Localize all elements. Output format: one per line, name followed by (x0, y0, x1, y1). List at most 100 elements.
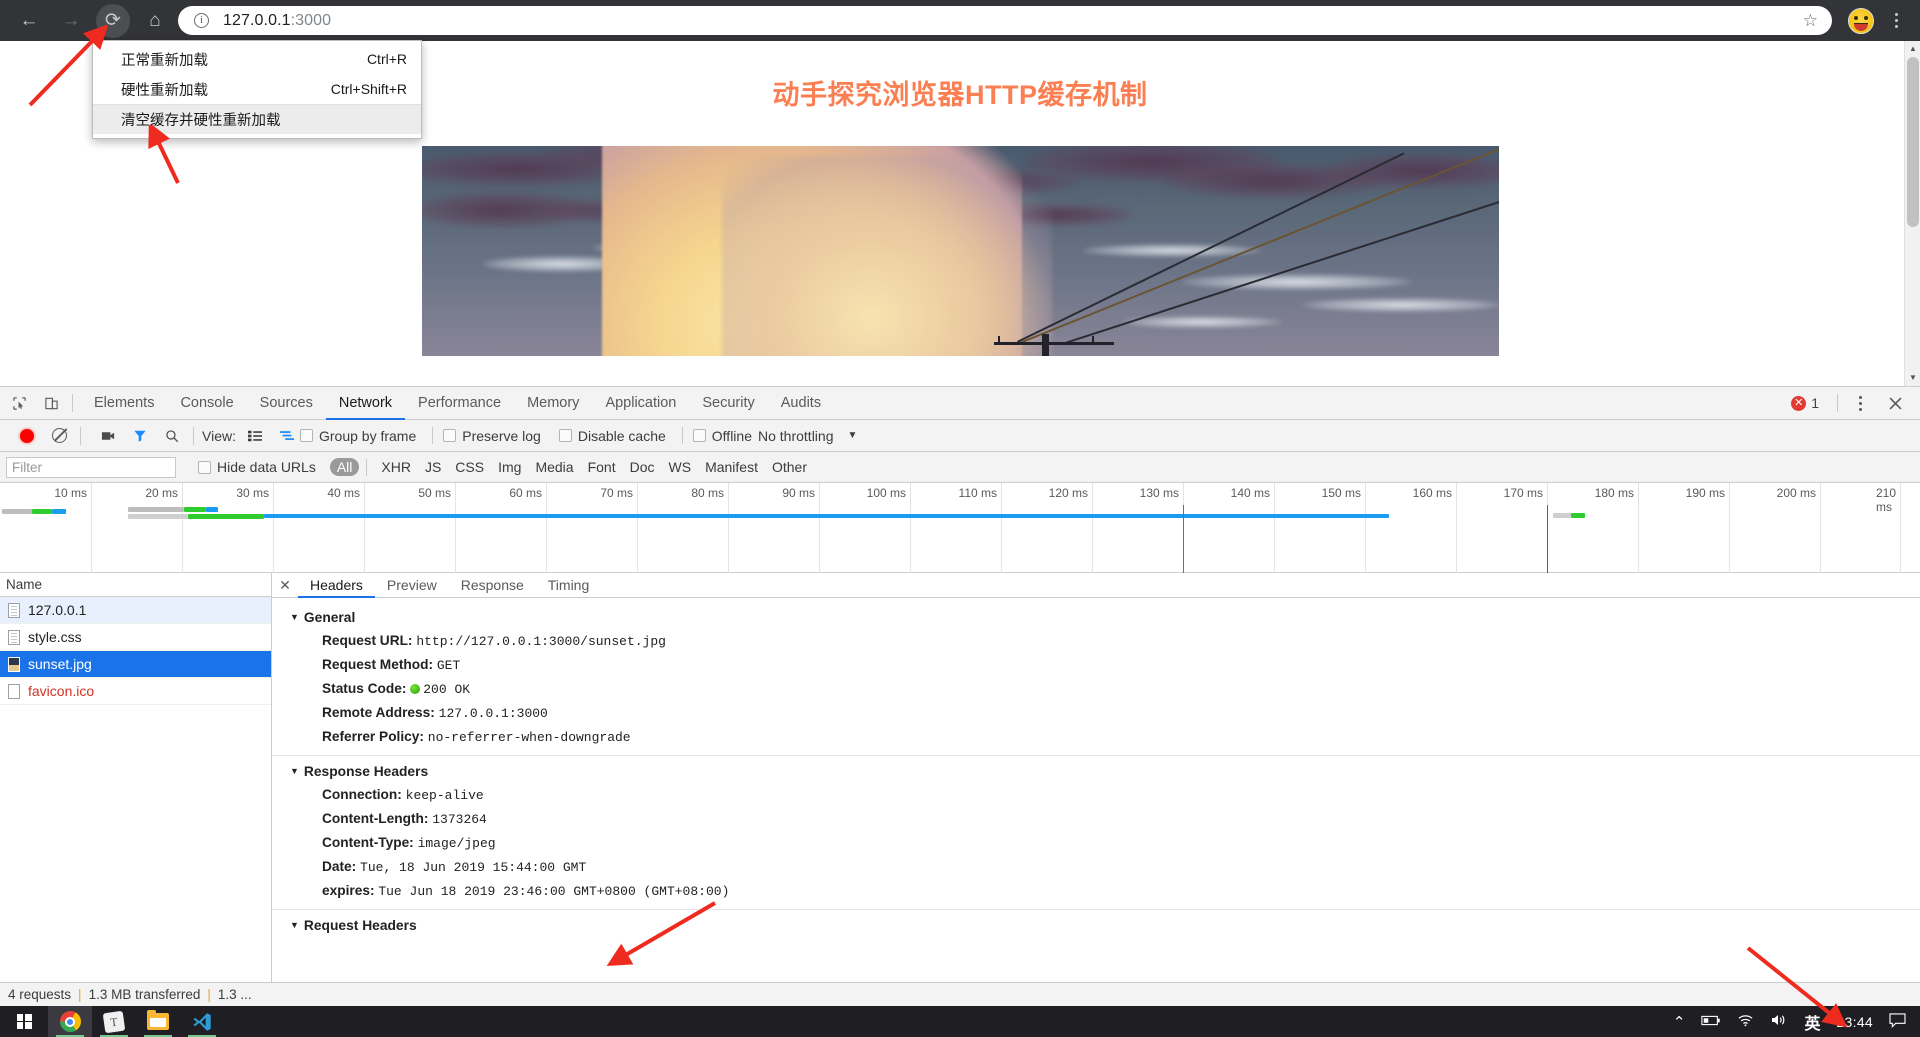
scrollbar-thumb[interactable] (1907, 57, 1919, 227)
clear-button[interactable] (46, 423, 72, 449)
tab-console[interactable]: Console (167, 387, 246, 420)
scrollbar-up-arrow[interactable]: ▲ (1905, 41, 1920, 57)
request-row-sunset-jpg[interactable]: sunset.jpg (0, 651, 271, 678)
devtools-tabbar: Elements Console Sources Network Perform… (0, 387, 1920, 420)
menu-item-normal-reload[interactable]: 正常重新加载 Ctrl+R (93, 44, 421, 74)
filter-type-font[interactable]: Font (581, 458, 623, 476)
filter-type-all[interactable]: All (329, 458, 360, 476)
filter-type-manifest[interactable]: Manifest (698, 458, 765, 476)
error-count[interactable]: 1 (1811, 395, 1819, 411)
profile-avatar[interactable] (1848, 7, 1874, 34)
reload-button[interactable]: ⟳ (96, 3, 130, 38)
tab-performance[interactable]: Performance (405, 387, 514, 420)
tick-label: 170 ms (1503, 486, 1543, 500)
scrollbar-down-arrow[interactable]: ▼ (1905, 370, 1920, 386)
tab-memory[interactable]: Memory (514, 387, 592, 420)
battery-icon[interactable] (1701, 1014, 1721, 1030)
filter-type-ws[interactable]: WS (662, 458, 699, 476)
filter-type-css[interactable]: CSS (448, 458, 491, 476)
request-headers-section-title[interactable]: ▼ Request Headers (272, 914, 1920, 937)
taskbar-clock[interactable]: 23:44 (1836, 1014, 1873, 1030)
error-icon[interactable]: ✕ (1791, 395, 1807, 411)
filter-type-img[interactable]: Img (491, 458, 528, 476)
header-name: Request Method: (322, 657, 434, 672)
tab-sources[interactable]: Sources (247, 387, 326, 420)
offline-checkbox[interactable]: Offline (692, 428, 752, 444)
show-hidden-icons-chevron-icon[interactable]: ⌃ (1673, 1013, 1686, 1031)
taskbar-app-sticky-notes[interactable]: T (92, 1006, 136, 1037)
filter-funnel-icon[interactable] (127, 423, 153, 449)
filter-type-js[interactable]: JS (418, 458, 448, 476)
detail-tab-response[interactable]: Response (449, 573, 536, 598)
list-view-icon[interactable] (242, 423, 268, 449)
volume-icon[interactable] (1770, 1013, 1788, 1030)
request-list-header[interactable]: Name (0, 573, 271, 597)
timeline-bar (2, 509, 32, 514)
header-value: keep-alive (405, 788, 484, 803)
taskbar-app-vscode[interactable] (180, 1006, 224, 1037)
ime-indicator[interactable]: 英 (1804, 1010, 1820, 1034)
sunset-image (421, 146, 1499, 356)
checkbox[interactable] (299, 429, 313, 442)
site-info-icon[interactable]: i (194, 13, 209, 28)
request-row-favicon-ico[interactable]: favicon.ico (0, 678, 271, 705)
general-section-title[interactable]: ▼ General (272, 606, 1920, 629)
search-icon[interactable] (159, 423, 185, 449)
checkbox[interactable] (198, 460, 211, 474)
checkbox[interactable] (558, 429, 572, 442)
timeline-bar (1553, 513, 1571, 518)
inspect-element-icon[interactable] (6, 390, 32, 416)
network-timeline-overview[interactable]: 10 ms 20 ms 30 ms 40 ms 50 ms 60 ms 70 m… (0, 483, 1920, 573)
chevron-down-icon[interactable]: ▼ (847, 430, 857, 441)
checkbox[interactable] (443, 429, 457, 442)
wifi-icon[interactable] (1737, 1013, 1754, 1030)
address-bar[interactable]: i 127.0.0.1:3000 ☆ (178, 6, 1832, 35)
forward-button[interactable]: → (54, 4, 88, 38)
menu-item-empty-cache-hard-reload[interactable]: 清空缓存并硬性重新加载 (93, 104, 421, 134)
device-toolbar-icon[interactable] (38, 390, 64, 416)
taskbar-app-chrome[interactable] (48, 1006, 92, 1037)
preserve-log-checkbox[interactable]: Preserve log (443, 428, 541, 444)
filter-type-doc[interactable]: Doc (623, 458, 662, 476)
filter-type-media[interactable]: Media (528, 458, 580, 476)
throttling-value[interactable]: No throttling (758, 428, 833, 444)
tab-application[interactable]: Application (592, 387, 689, 420)
detail-tab-preview[interactable]: Preview (375, 573, 449, 598)
checkbox[interactable] (692, 429, 706, 442)
start-button[interactable] (0, 1006, 48, 1037)
header-value: 200 OK (423, 682, 471, 697)
waterfall-view-icon[interactable] (274, 423, 300, 449)
close-devtools-button[interactable] (1882, 390, 1908, 416)
group-by-frame-checkbox[interactable]: Group by frame (299, 428, 416, 444)
filter-type-other[interactable]: Other (765, 458, 814, 476)
request-row-127-0-0-1[interactable]: 127.0.0.1 (0, 597, 271, 624)
header-request-url: Request URL: http://127.0.0.1:3000/sunse… (272, 629, 1920, 653)
hide-data-urls-checkbox[interactable]: Hide data URLs (198, 459, 316, 475)
header-content-length: Content-Length: 1373264 (272, 807, 1920, 831)
devtools-menu-button[interactable] (1846, 393, 1874, 414)
tick-label: 180 ms (1594, 486, 1634, 500)
response-headers-section-title[interactable]: ▼ Response Headers (272, 760, 1920, 783)
tab-security[interactable]: Security (689, 387, 767, 420)
notification-icon[interactable] (1889, 1012, 1906, 1031)
disable-cache-checkbox[interactable]: Disable cache (558, 428, 666, 444)
request-row-style-css[interactable]: style.css (0, 624, 271, 651)
taskbar-app-file-explorer[interactable] (136, 1006, 180, 1037)
capture-screenshots-icon[interactable] (95, 423, 121, 449)
filter-input[interactable]: Filter (6, 456, 176, 478)
home-button[interactable]: ⌂ (138, 4, 172, 38)
tab-network[interactable]: Network (326, 387, 405, 420)
page-scrollbar[interactable]: ▲ ▼ (1904, 41, 1920, 386)
record-button[interactable] (14, 423, 40, 449)
filter-type-xhr[interactable]: XHR (374, 458, 418, 476)
request-count: 4 requests (8, 987, 72, 1002)
detail-tab-headers[interactable]: Headers (298, 573, 375, 598)
tab-audits[interactable]: Audits (768, 387, 834, 420)
menu-item-hard-reload[interactable]: 硬性重新加载 Ctrl+Shift+R (93, 74, 421, 104)
detail-tab-timing[interactable]: Timing (536, 573, 602, 598)
tab-elements[interactable]: Elements (81, 387, 167, 420)
back-button[interactable]: ← (12, 4, 46, 38)
close-detail-icon[interactable]: ✕ (272, 577, 298, 594)
chrome-menu-button[interactable] (1882, 10, 1910, 31)
bookmark-star-icon[interactable]: ☆ (1803, 11, 1818, 31)
